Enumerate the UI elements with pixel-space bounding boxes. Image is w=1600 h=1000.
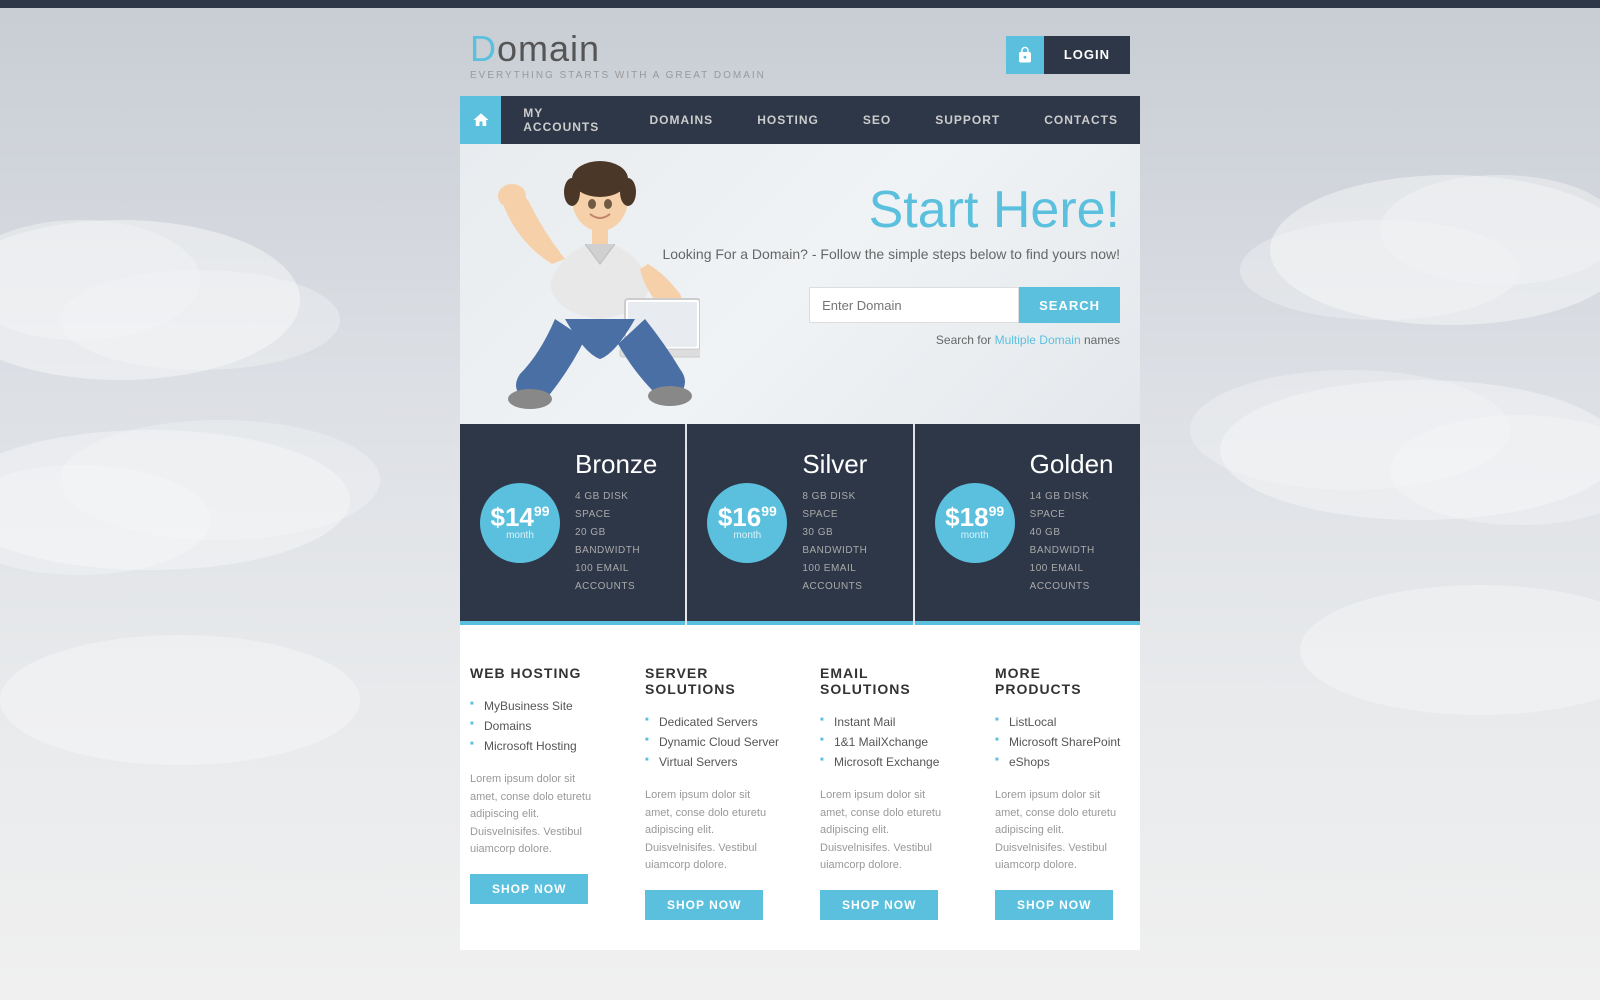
lock-icon-box: [1006, 36, 1044, 74]
shop-now-button-more-products[interactable]: SHOP NOW: [995, 890, 1113, 920]
pricing-feature-bronze-3: 100 EMAIL ACCOUNTS: [575, 560, 665, 596]
pricing-feature-bronze-1: 4 GB DISK SPACE: [575, 488, 665, 524]
product-title-more-products: MORE PRODUCTS: [995, 665, 1130, 697]
pricing-feature-silver-2: 30 GB BANDWIDTH: [802, 524, 892, 560]
nav-item-seo[interactable]: SEO: [841, 96, 913, 144]
product-desc-more-products: Lorem ipsum dolor sit amet, conse dolo e…: [995, 787, 1130, 875]
pricing-card-silver: $1699 month Silver 8 GB DISK SPACE 30 GB…: [687, 424, 912, 625]
pricing-feature-bronze-2: 20 GB BANDWIDTH: [575, 524, 665, 560]
price-amount-bronze: $1499: [491, 504, 550, 530]
list-item: Instant Mail: [820, 712, 955, 732]
pricing-feature-golden-3: 100 EMAIL ACCOUNTS: [1030, 560, 1120, 596]
price-period-bronze: month: [506, 530, 534, 541]
multiple-domain-text: Search for Multiple Domain names: [662, 333, 1120, 347]
list-item: Dedicated Servers: [645, 712, 780, 732]
product-title-server-solutions: SERVER SOLUTIONS: [645, 665, 780, 697]
nav-item-hosting[interactable]: HOSTING: [735, 96, 841, 144]
list-item: 1&1 MailXchange: [820, 732, 955, 752]
domain-search-input[interactable]: [809, 287, 1019, 323]
hero-section: Start Here! Looking For a Domain? - Foll…: [460, 144, 1140, 424]
list-item: Virtual Servers: [645, 752, 780, 772]
product-list-server-solutions: Dedicated Servers Dynamic Cloud Server V…: [645, 712, 780, 772]
list-item: eShops: [995, 752, 1130, 772]
list-item: Domains: [470, 716, 605, 736]
pricing-feature-silver-1: 8 GB DISK SPACE: [802, 488, 892, 524]
pricing-card-bronze: $1499 month Bronze 4 GB DISK SPACE 20 GB…: [460, 424, 685, 625]
product-desc-web-hosting: Lorem ipsum dolor sit amet, conse dolo e…: [470, 771, 605, 859]
domain-search-row: SEARCH: [662, 287, 1120, 323]
logo-d: D: [470, 28, 497, 69]
header: Domain Everything Starts With A Great Do…: [460, 8, 1140, 96]
logo-title: Domain: [470, 28, 766, 70]
pricing-name-silver: Silver: [802, 449, 892, 480]
navigation: MY ACCOUNTS DOMAINS HOSTING SEO SUPPORT …: [460, 96, 1140, 144]
price-period-golden: month: [961, 530, 989, 541]
list-item: Microsoft Exchange: [820, 752, 955, 772]
nav-item-domains[interactable]: DOMAINS: [628, 96, 736, 144]
list-item: ListLocal: [995, 712, 1130, 732]
list-item: Dynamic Cloud Server: [645, 732, 780, 752]
hero-title: Start Here!: [662, 184, 1120, 236]
price-circle-golden: $1899 month: [935, 483, 1015, 563]
product-col-email-solutions: EMAIL SOLUTIONS Instant Mail 1&1 MailXch…: [810, 665, 965, 920]
pricing-feature-silver-3: 100 EMAIL ACCOUNTS: [802, 560, 892, 596]
shop-now-button-web-hosting[interactable]: SHOP NOW: [470, 874, 588, 904]
nav-item-support[interactable]: SUPPORT: [913, 96, 1022, 144]
nav-home-button[interactable]: [460, 96, 501, 144]
logo-subtitle: Everything Starts With A Great Domain: [470, 70, 766, 81]
pricing-feature-golden-1: 14 GB DISK SPACE: [1030, 488, 1120, 524]
login-button-group[interactable]: LOGIN: [1006, 36, 1130, 74]
pricing-card-golden: $1899 month Golden 14 GB DISK SPACE 40 G…: [915, 424, 1140, 625]
pricing-name-bronze: Bronze: [575, 449, 665, 480]
nav-item-my-accounts[interactable]: MY ACCOUNTS: [501, 96, 627, 144]
pricing-feature-golden-2: 40 GB BANDWIDTH: [1030, 524, 1120, 560]
list-item: Microsoft Hosting: [470, 736, 605, 756]
product-title-web-hosting: WEB HOSTING: [470, 665, 605, 681]
product-title-email-solutions: EMAIL SOLUTIONS: [820, 665, 955, 697]
product-list-email-solutions: Instant Mail 1&1 MailXchange Microsoft E…: [820, 712, 955, 772]
product-list-more-products: ListLocal Microsoft SharePoint eShops: [995, 712, 1130, 772]
pricing-info-bronze: Bronze 4 GB DISK SPACE 20 GB BANDWIDTH 1…: [575, 449, 665, 596]
shop-now-button-server-solutions[interactable]: SHOP NOW: [645, 890, 763, 920]
pricing-info-golden: Golden 14 GB DISK SPACE 40 GB BANDWIDTH …: [1030, 449, 1120, 596]
login-button[interactable]: LOGIN: [1044, 36, 1130, 74]
shop-now-button-email-solutions[interactable]: SHOP NOW: [820, 890, 938, 920]
pricing-name-golden: Golden: [1030, 449, 1120, 480]
products-section: WEB HOSTING MyBusiness Site Domains Micr…: [460, 625, 1140, 950]
hero-content: Start Here! Looking For a Domain? - Foll…: [662, 184, 1120, 347]
logo: Domain Everything Starts With A Great Do…: [470, 28, 766, 81]
nav-item-contacts[interactable]: CONTACTS: [1022, 96, 1140, 144]
product-col-more-products: MORE PRODUCTS ListLocal Microsoft ShareP…: [985, 665, 1140, 920]
price-period-silver: month: [733, 530, 761, 541]
product-desc-email-solutions: Lorem ipsum dolor sit amet, conse dolo e…: [820, 787, 955, 875]
hero-subtitle: Looking For a Domain? - Follow the simpl…: [662, 246, 1120, 262]
pricing-section: $1499 month Bronze 4 GB DISK SPACE 20 GB…: [460, 424, 1140, 625]
price-amount-golden: $1899: [945, 504, 1004, 530]
product-col-web-hosting: WEB HOSTING MyBusiness Site Domains Micr…: [460, 665, 615, 920]
top-bar: [0, 0, 1600, 8]
price-circle-bronze: $1499 month: [480, 483, 560, 563]
product-desc-server-solutions: Lorem ipsum dolor sit amet, conse dolo e…: [645, 787, 780, 875]
lock-icon: [1016, 46, 1034, 64]
pricing-info-silver: Silver 8 GB DISK SPACE 30 GB BANDWIDTH 1…: [802, 449, 892, 596]
price-amount-silver: $1699: [718, 504, 777, 530]
search-button[interactable]: SEARCH: [1019, 287, 1120, 323]
price-circle-silver: $1699 month: [707, 483, 787, 563]
list-item: Microsoft SharePoint: [995, 732, 1130, 752]
multiple-domain-link[interactable]: Multiple Domain: [995, 333, 1081, 347]
main-container: MY ACCOUNTS DOMAINS HOSTING SEO SUPPORT …: [460, 96, 1140, 950]
list-item: MyBusiness Site: [470, 696, 605, 716]
product-col-server-solutions: SERVER SOLUTIONS Dedicated Servers Dynam…: [635, 665, 790, 920]
product-list-web-hosting: MyBusiness Site Domains Microsoft Hostin…: [470, 696, 605, 756]
home-icon: [472, 111, 490, 129]
